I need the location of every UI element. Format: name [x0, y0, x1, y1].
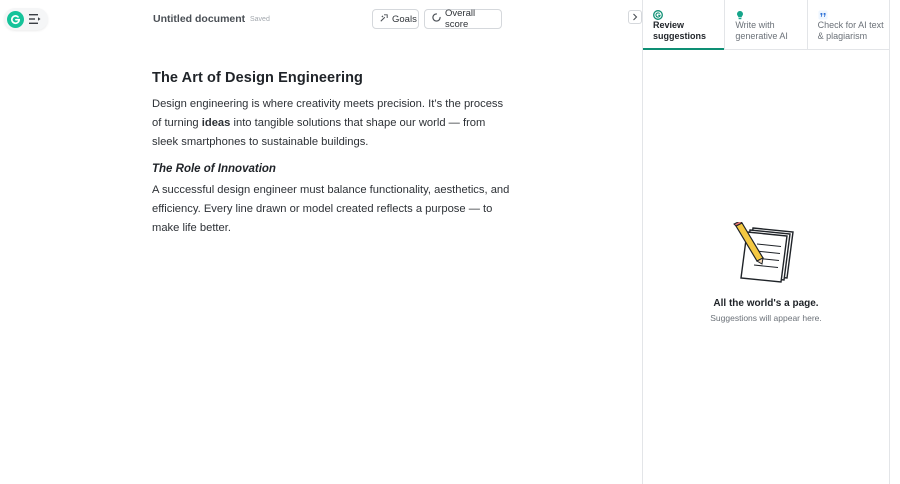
grammarly-logo-icon[interactable] — [7, 10, 24, 28]
tab-generative-ai[interactable]: Write with generative AI — [725, 0, 808, 49]
app-launcher[interactable] — [4, 8, 48, 30]
notepad-pencil-icon — [733, 222, 794, 283]
tab-ai-plagiarism-check[interactable]: Check for AI text & plagiarism — [808, 0, 889, 49]
empty-state: All the world's a page. Suggestions will… — [643, 222, 889, 323]
empty-state-subtitle: Suggestions will appear here. — [710, 313, 822, 323]
overall-score-label: Overall score — [445, 8, 476, 30]
lightbulb-icon — [735, 7, 745, 20]
overall-score-button[interactable]: Overall score — [424, 8, 502, 30]
assistant-sidebar: Review suggestions Write with generative… — [642, 0, 890, 484]
menu-icon[interactable] — [28, 12, 42, 26]
collapse-sidebar-button[interactable] — [628, 10, 642, 24]
paragraph-intro: Design engineering is where creativity m… — [152, 95, 514, 152]
goals-button[interactable]: Goals — [372, 9, 419, 29]
save-status: Saved — [250, 16, 270, 23]
tab-review-suggestions[interactable]: Review suggestions — [643, 0, 726, 50]
tab-label: Check for AI text & plagiarism — [817, 20, 884, 41]
tab-label: Write with generative AI — [735, 20, 788, 41]
tab-label: Review suggestions — [653, 20, 707, 41]
document-editor[interactable]: The Art of Design Engineering Design eng… — [152, 70, 514, 238]
paragraph-body: A successful design engineer must balanc… — [152, 184, 510, 234]
document-title[interactable]: Untitled document — [153, 13, 245, 25]
goals-label: Goals — [392, 13, 417, 25]
chevron-right-icon — [632, 8, 638, 26]
grammarly-icon — [653, 7, 663, 20]
document-heading: The Art of Design Engineering — [152, 70, 364, 86]
bold-word: ideas — [201, 117, 231, 129]
sidebar-tabs: Review suggestions Write with generative… — [643, 0, 889, 50]
loading-spinner-icon — [432, 13, 441, 25]
goals-icon — [380, 13, 388, 25]
empty-state-title: All the world's a page. — [713, 298, 819, 309]
document-subheading: The Role of Innovation — [152, 163, 276, 175]
quote-icon — [818, 7, 828, 20]
